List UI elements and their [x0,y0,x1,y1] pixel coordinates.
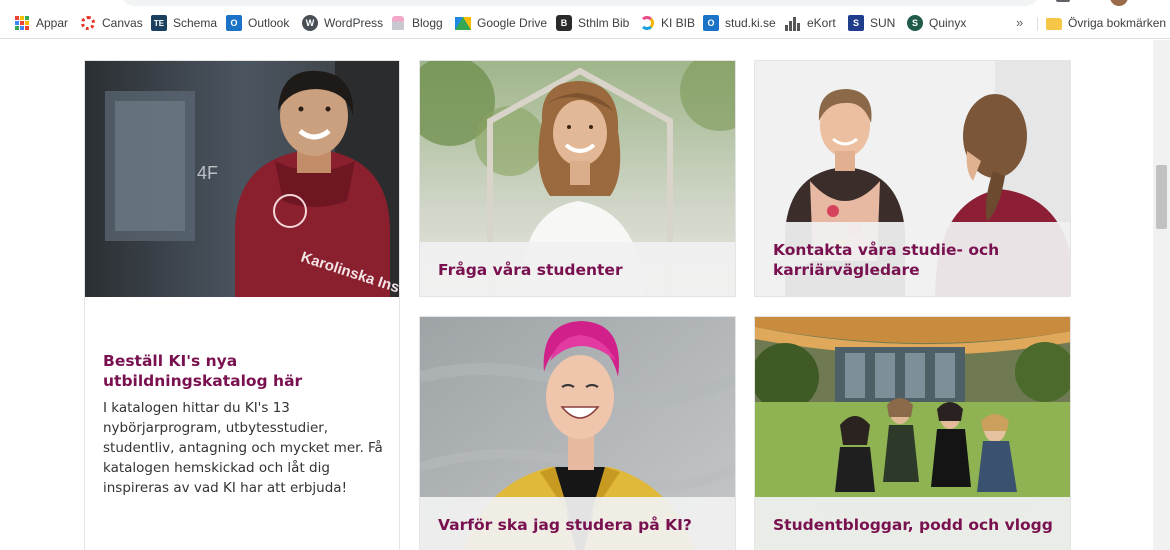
folder-icon [1046,18,1062,30]
why-study-title[interactable]: Varför ska jag studera på KI? [438,515,721,535]
bookmark-schema[interactable]: TE Schema [151,15,217,31]
bookmark-ekort[interactable]: eKort [785,15,836,31]
contact-advisors-caption: Kontakta våra studie- och karriärvägleda… [755,222,1070,296]
student-hoodie-image: 4F Karolinska Institutet [85,61,399,297]
bookmark-sun[interactable]: S SUN [848,15,895,31]
ask-students-title[interactable]: Fråga våra studenter [438,260,721,280]
outlook-icon: O [703,15,719,31]
ki-bib-icon [639,15,655,31]
bookmark-outlook[interactable]: O Outlook [226,15,289,31]
student-blogs-card[interactable]: Studentbloggar, podd och vlogg [754,316,1071,550]
ekort-icon [785,15,801,31]
bookmarks-divider [1037,17,1038,31]
catalog-photo: 4F Karolinska Institutet [85,61,399,297]
bookmark-wordpress[interactable]: W WordPress [302,15,383,31]
bookmark-canvas[interactable]: Canvas [80,15,143,31]
library-icon: B [556,15,572,31]
bookmark-apps[interactable]: Appar [14,15,68,31]
svg-text:4F: 4F [197,163,218,183]
bookmarks-overflow-button[interactable]: » [1016,15,1023,31]
bookmark-google-drive[interactable]: Google Drive [455,15,547,31]
bookmarks-bar: Appar Canvas TE Schema O Outlook W WordP… [0,7,1170,39]
google-drive-icon [455,15,471,31]
contact-advisors-title[interactable]: Kontakta våra studie- och karriärvägleda… [773,240,1056,280]
canvas-icon [80,15,96,31]
quinyx-icon: S [907,15,923,31]
student-blogs-caption: Studentbloggar, podd och vlogg [755,497,1070,550]
catalog-card[interactable]: 4F Karolinska Institutet Beställ KI's ny… [84,60,400,550]
bookmark-blogg[interactable]: Blogg [390,15,443,31]
timeedit-icon: TE [151,15,167,31]
why-study-card[interactable]: Varför ska jag studera på KI? [419,316,736,550]
address-bar[interactable] [120,0,1040,6]
bookmark-quinyx[interactable]: S Quinyx [907,15,966,31]
apps-grid-icon [14,15,30,31]
why-study-caption: Varför ska jag studera på KI? [420,497,735,550]
page-scrollbar[interactable] [1153,40,1170,550]
student-blogs-title[interactable]: Studentbloggar, podd och vlogg [773,515,1056,535]
browser-toolbar [0,0,1170,7]
extension-icon[interactable] [1056,0,1070,2]
bookmark-sthlm-bib[interactable]: B Sthlm Bib [556,15,629,31]
bookmark-stud-ki[interactable]: O stud.ki.se [703,15,776,31]
wordpress-icon: W [302,15,318,31]
ask-students-card[interactable]: Fråga våra studenter [419,60,736,297]
blog-icon [390,15,406,31]
profile-avatar[interactable] [1110,0,1128,6]
bookmark-ki-bib[interactable]: KI BIB [639,15,695,31]
catalog-title[interactable]: Beställ KI's nya utbildningskatalog här [103,351,373,391]
bookmark-other[interactable]: Övriga bokmärken [1046,15,1166,31]
scrollbar-thumb[interactable] [1156,165,1167,229]
sun-icon: S [848,15,864,31]
ask-students-caption: Fråga våra studenter [420,242,735,296]
contact-advisors-card[interactable]: Kontakta våra studie- och karriärvägleda… [754,60,1071,297]
catalog-description: I katalogen hittar du KI's 13 nybörjarpr… [103,400,383,496]
outlook-icon: O [226,15,242,31]
